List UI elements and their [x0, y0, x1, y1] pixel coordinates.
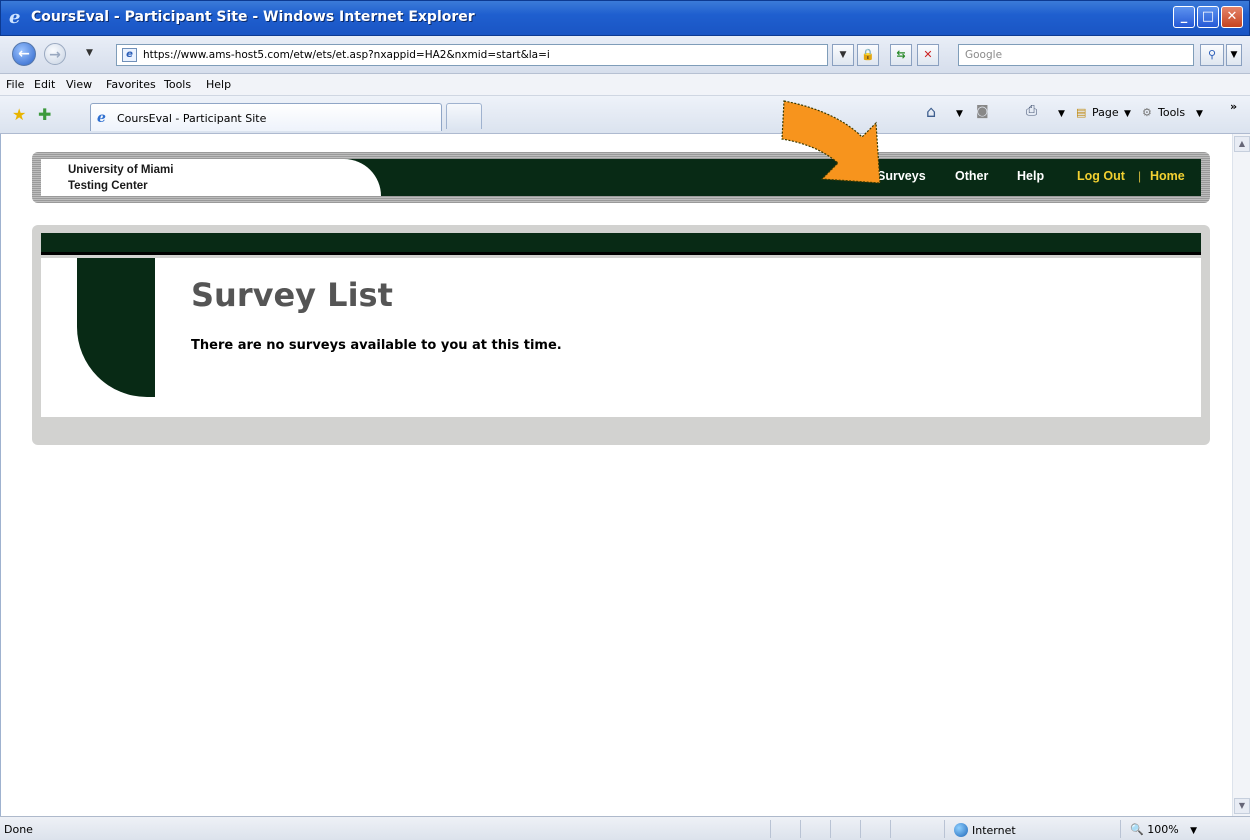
- tools-menu-button[interactable]: Tools: [1158, 106, 1185, 119]
- zoom-control[interactable]: 🔍 100% ▼: [1130, 823, 1197, 836]
- vertical-scrollbar[interactable]: ▲ ▼: [1232, 134, 1250, 816]
- forward-icon: →: [49, 47, 61, 63]
- status-divider: [770, 820, 771, 838]
- refresh-icon: ⇆: [896, 48, 906, 61]
- lock-icon[interactable]: 🔒: [857, 44, 879, 66]
- feeds-icon[interactable]: ◙: [976, 104, 989, 119]
- address-toolbar: ← → ▼ e https://www.ams-host5.com/etw/et…: [0, 36, 1250, 74]
- forward-button[interactable]: →: [44, 43, 66, 65]
- page-title: Survey List: [191, 276, 393, 314]
- recent-pages-dropdown[interactable]: ▼: [86, 48, 93, 58]
- add-favorites-icon[interactable]: ✚: [38, 105, 51, 124]
- zoom-dropdown[interactable]: ▼: [1190, 826, 1197, 836]
- status-bar: Done Internet 🔍 100% ▼: [0, 816, 1250, 840]
- nav-other-link[interactable]: Other: [955, 169, 988, 183]
- menu-favorites[interactable]: Favorites: [106, 78, 156, 91]
- tools-dropdown[interactable]: ▼: [1196, 109, 1203, 119]
- status-divider: [890, 820, 891, 838]
- tools-gear-icon: ⚙: [1142, 106, 1152, 119]
- maximize-button[interactable]: □: [1197, 6, 1219, 28]
- status-divider: [1120, 820, 1121, 838]
- status-divider: [860, 820, 861, 838]
- window-titlebar: e CoursEval - Participant Site - Windows…: [0, 0, 1250, 36]
- toolbar-overflow-button[interactable]: »: [1230, 100, 1237, 113]
- org-name-line1: University of Miami: [68, 164, 174, 176]
- close-button[interactable]: ✕: [1221, 6, 1243, 28]
- zoom-level: 100%: [1147, 823, 1179, 836]
- nav-logout-link[interactable]: Log Out: [1077, 169, 1125, 183]
- org-name-line2: Testing Center: [68, 180, 148, 192]
- page-viewport: University of Miami Testing Center Surve…: [0, 100, 1250, 816]
- menu-view[interactable]: View: [66, 78, 92, 91]
- menu-edit[interactable]: Edit: [34, 78, 55, 91]
- tab-active[interactable]: e CoursEval - Participant Site: [90, 103, 442, 131]
- window-title: CoursEval - Participant Site - Windows I…: [31, 9, 475, 25]
- scroll-up-button[interactable]: ▲: [1234, 136, 1250, 152]
- print-dropdown[interactable]: ▼: [1058, 109, 1065, 119]
- panel-top-bar: [41, 233, 1201, 255]
- nav-home-link[interactable]: Home: [1150, 169, 1185, 183]
- page-dropdown[interactable]: ▼: [1124, 109, 1131, 119]
- menu-file[interactable]: File: [6, 78, 24, 91]
- tab-command-bar: ★ ✚ e CoursEval - Participant Site ⌂ ▼ ◙…: [0, 96, 1250, 134]
- ie-logo-icon: e: [9, 7, 21, 28]
- orange-arrow-icon: [781, 100, 881, 184]
- org-name: University of Miami Testing Center: [68, 162, 173, 194]
- menu-help[interactable]: Help: [206, 78, 231, 91]
- globe-icon: [954, 823, 968, 837]
- home-dropdown[interactable]: ▼: [956, 109, 963, 119]
- minimize-button[interactable]: _: [1173, 6, 1195, 28]
- status-text: Done: [4, 823, 33, 836]
- refresh-button[interactable]: ⇆: [890, 44, 912, 66]
- zone-label: Internet: [972, 824, 1016, 837]
- print-icon[interactable]: ⎙: [1026, 103, 1037, 119]
- nav-help-link[interactable]: Help: [1017, 169, 1044, 183]
- stop-button[interactable]: ✕: [917, 44, 939, 66]
- status-divider: [800, 820, 801, 838]
- stop-icon: ✕: [923, 48, 933, 61]
- tab-ie-icon: e: [97, 110, 106, 126]
- search-options-dropdown[interactable]: ▼: [1226, 44, 1242, 66]
- panel-side-accent: [77, 258, 155, 397]
- panel-content: Survey List There are no surveys availab…: [41, 258, 1201, 417]
- survey-panel: Survey List There are no surveys availab…: [32, 225, 1210, 445]
- menu-bar: File Edit View Favorites Tools Help: [0, 74, 1250, 96]
- search-placeholder: Google: [965, 49, 1003, 61]
- page-menu-button[interactable]: Page: [1092, 106, 1119, 119]
- scroll-down-button[interactable]: ▼: [1234, 798, 1250, 814]
- new-tab-button[interactable]: [446, 103, 482, 129]
- security-zone[interactable]: Internet: [954, 823, 1016, 837]
- back-button[interactable]: ←: [12, 42, 36, 66]
- page-menu-icon: ▤: [1076, 106, 1087, 119]
- page-icon: e: [122, 48, 137, 62]
- home-icon[interactable]: ⌂: [926, 102, 936, 121]
- address-url[interactable]: https://www.ams-host5.com/etw/ets/et.asp…: [143, 49, 550, 61]
- address-input[interactable]: e https://www.ams-host5.com/etw/ets/et.a…: [116, 44, 828, 66]
- address-dropdown-button[interactable]: ▼: [832, 44, 854, 66]
- menu-tools[interactable]: Tools: [164, 78, 191, 91]
- nav-separator: |: [1138, 169, 1142, 183]
- search-input[interactable]: Google: [958, 44, 1194, 66]
- zoom-icon: 🔍: [1130, 823, 1144, 836]
- no-surveys-message: There are no surveys available to you at…: [191, 338, 562, 353]
- favorites-star-icon[interactable]: ★: [12, 105, 26, 124]
- search-icon: ⚲: [1207, 48, 1217, 61]
- search-button[interactable]: ⚲: [1200, 44, 1224, 66]
- site-header: University of Miami Testing Center Surve…: [32, 152, 1210, 203]
- orange-arrow-shape: [781, 100, 881, 184]
- back-icon: ←: [18, 46, 30, 62]
- status-divider: [830, 820, 831, 838]
- tab-title: CoursEval - Participant Site: [117, 112, 267, 125]
- status-divider: [944, 820, 945, 838]
